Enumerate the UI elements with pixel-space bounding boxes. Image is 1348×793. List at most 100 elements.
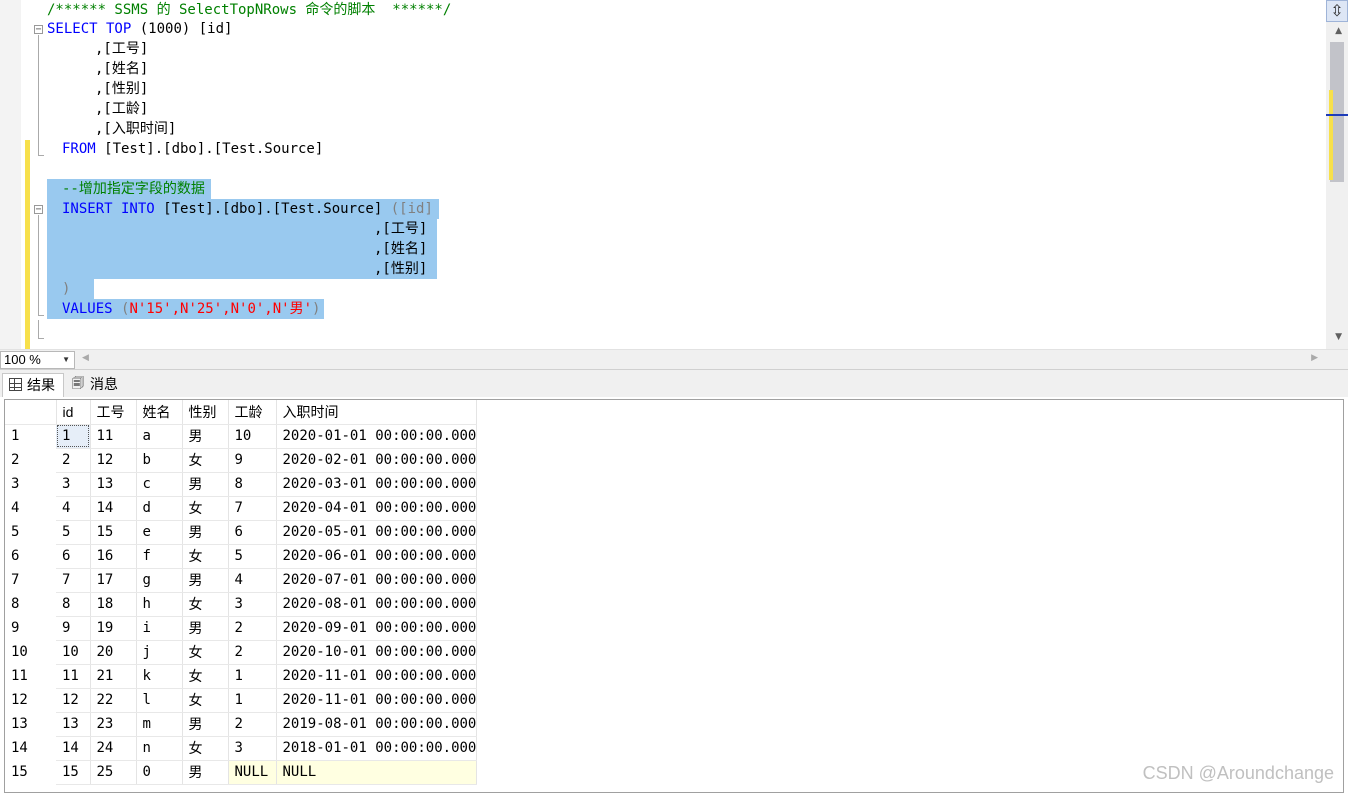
table-row[interactable]: 14 14 24 n 女 3 2018-01-01 00:00:00.000 [5, 736, 478, 761]
table-cell[interactable]: 2018-01-01 00:00:00.000 [276, 736, 478, 761]
table-cell[interactable]: k [136, 664, 183, 689]
table-cell[interactable]: l [136, 688, 183, 713]
table-cell[interactable]: 25 [90, 760, 137, 785]
table-cell[interactable]: m [136, 712, 183, 737]
table-cell[interactable]: 9 [228, 448, 277, 473]
table-cell[interactable]: 2 [56, 448, 91, 473]
row-number[interactable]: 2 [5, 448, 56, 472]
table-cell[interactable]: 2 [228, 712, 277, 737]
table-cell[interactable]: 11 [90, 424, 137, 449]
table-cell[interactable]: 女 [182, 592, 229, 617]
table-row[interactable]: 4 4 14 d 女 7 2020-04-01 00:00:00.000 [5, 496, 478, 521]
table-cell[interactable]: j [136, 640, 183, 665]
row-number[interactable]: 5 [5, 520, 56, 544]
table-cell[interactable]: 5 [228, 544, 277, 569]
table-cell[interactable]: 1 [228, 664, 277, 689]
table-cell[interactable]: 男 [182, 424, 229, 449]
editor-vertical-scrollbar[interactable]: ⇳ ▲ ▼ [1326, 0, 1348, 349]
table-cell[interactable]: 男 [182, 616, 229, 641]
table-row[interactable]: 13 13 23 m 男 2 2019-08-01 00:00:00.000 [5, 712, 478, 737]
table-cell[interactable]: 23 [90, 712, 137, 737]
table-row[interactable]: 1 1 11 a 男 10 2020-01-01 00:00:00.000 [5, 424, 478, 449]
table-cell[interactable]: 3 [228, 592, 277, 617]
table-cell[interactable]: 24 [90, 736, 137, 761]
table-cell[interactable]: 男 [182, 712, 229, 737]
table-cell[interactable]: 2020-11-01 00:00:00.000 [276, 664, 478, 689]
scroll-up-arrow-icon[interactable]: ▲ [1335, 26, 1342, 36]
tab-results[interactable]: 结果 [2, 373, 64, 397]
table-row[interactable]: 2 2 12 b 女 9 2020-02-01 00:00:00.000 [5, 448, 478, 473]
table-cell[interactable]: 21 [90, 664, 137, 689]
table-cell[interactable]: 女 [182, 496, 229, 521]
table-cell[interactable]: 2020-10-01 00:00:00.000 [276, 640, 478, 665]
table-row[interactable]: 3 3 13 c 男 8 2020-03-01 00:00:00.000 [5, 472, 478, 497]
table-cell[interactable]: 15 [56, 760, 91, 785]
scroll-down-arrow-icon[interactable]: ▼ [1335, 332, 1342, 342]
table-cell[interactable]: 6 [56, 544, 91, 569]
table-cell[interactable]: 3 [228, 736, 277, 761]
table-cell[interactable]: 14 [90, 496, 137, 521]
table-row[interactable]: 8 8 18 h 女 3 2020-08-01 00:00:00.000 [5, 592, 478, 617]
table-cell[interactable]: 9 [56, 616, 91, 641]
zoom-select[interactable]: 100 % ▼ [0, 351, 75, 369]
row-number[interactable]: 13 [5, 712, 56, 736]
table-cell[interactable]: 12 [56, 688, 91, 713]
row-number[interactable]: 14 [5, 736, 56, 760]
table-row[interactable]: 7 7 17 g 男 4 2020-07-01 00:00:00.000 [5, 568, 478, 593]
table-cell[interactable]: 2020-02-01 00:00:00.000 [276, 448, 478, 473]
table-cell[interactable]: 7 [56, 568, 91, 593]
table-row[interactable]: 9 9 19 i 男 2 2020-09-01 00:00:00.000 [5, 616, 478, 641]
table-cell[interactable]: 女 [182, 736, 229, 761]
table-cell[interactable]: a [136, 424, 183, 449]
table-cell[interactable]: g [136, 568, 183, 593]
column-header[interactable]: 工号 [90, 400, 137, 425]
table-cell[interactable]: 女 [182, 544, 229, 569]
row-number[interactable]: 15 [5, 760, 56, 784]
results-grid[interactable]: id 工号 姓名 性别 工龄 入职时间 1 1 11 a 男 10 2020-01-01 0… [4, 399, 1344, 793]
row-number[interactable]: 10 [5, 640, 56, 664]
column-header[interactable]: 工龄 [228, 400, 277, 425]
table-cell[interactable]: 2020-08-01 00:00:00.000 [276, 592, 478, 617]
fold-collapse-icon[interactable]: − [34, 25, 43, 35]
column-header[interactable]: 性别 [182, 400, 229, 425]
table-cell[interactable]: 11 [56, 664, 91, 689]
split-window-button[interactable]: ⇳ [1326, 0, 1348, 22]
table-row[interactable]: 10 10 20 j 女 2 2020-10-01 00:00:00.000 [5, 640, 478, 665]
table-cell[interactable]: 6 [228, 520, 277, 545]
table-row[interactable]: 15 15 25 0 男 NULL NULL [5, 760, 478, 785]
table-cell[interactable]: 8 [56, 592, 91, 617]
table-cell[interactable]: 12 [90, 448, 137, 473]
row-number[interactable]: 9 [5, 616, 56, 640]
table-cell[interactable]: d [136, 496, 183, 521]
table-cell[interactable]: 2020-01-01 00:00:00.000 [276, 424, 478, 449]
table-cell[interactable]: 2 [228, 616, 277, 641]
row-number[interactable]: 11 [5, 664, 56, 688]
row-number[interactable]: 12 [5, 688, 56, 712]
table-cell[interactable]: 16 [90, 544, 137, 569]
table-cell[interactable]: 0 [136, 760, 183, 785]
table-cell[interactable]: 女 [182, 448, 229, 473]
table-cell[interactable]: 女 [182, 688, 229, 713]
column-header[interactable]: 姓名 [136, 400, 183, 425]
table-row[interactable]: 5 5 15 e 男 6 2020-05-01 00:00:00.000 [5, 520, 478, 545]
scroll-right-arrow-icon[interactable]: ▶ [1311, 353, 1318, 363]
column-header[interactable]: id [56, 400, 91, 425]
table-cell[interactable]: 20 [90, 640, 137, 665]
table-cell[interactable]: 男 [182, 520, 229, 545]
table-cell[interactable]: 2020-05-01 00:00:00.000 [276, 520, 478, 545]
table-cell[interactable]: 4 [56, 496, 91, 521]
table-cell[interactable]: 女 [182, 640, 229, 665]
row-number[interactable]: 8 [5, 592, 56, 616]
table-cell[interactable]: 10 [56, 640, 91, 665]
table-cell[interactable]: 19 [90, 616, 137, 641]
table-cell[interactable]: 2020-06-01 00:00:00.000 [276, 544, 478, 569]
table-cell[interactable]: 15 [90, 520, 137, 545]
row-number[interactable]: 1 [5, 424, 56, 448]
table-cell[interactable]: 1 [56, 424, 91, 449]
table-cell[interactable]: 13 [56, 712, 91, 737]
table-cell[interactable]: 4 [228, 568, 277, 593]
table-cell[interactable]: 女 [182, 664, 229, 689]
table-cell[interactable]: 2019-08-01 00:00:00.000 [276, 712, 478, 737]
table-cell[interactable]: 22 [90, 688, 137, 713]
table-cell[interactable]: 2020-07-01 00:00:00.000 [276, 568, 478, 593]
